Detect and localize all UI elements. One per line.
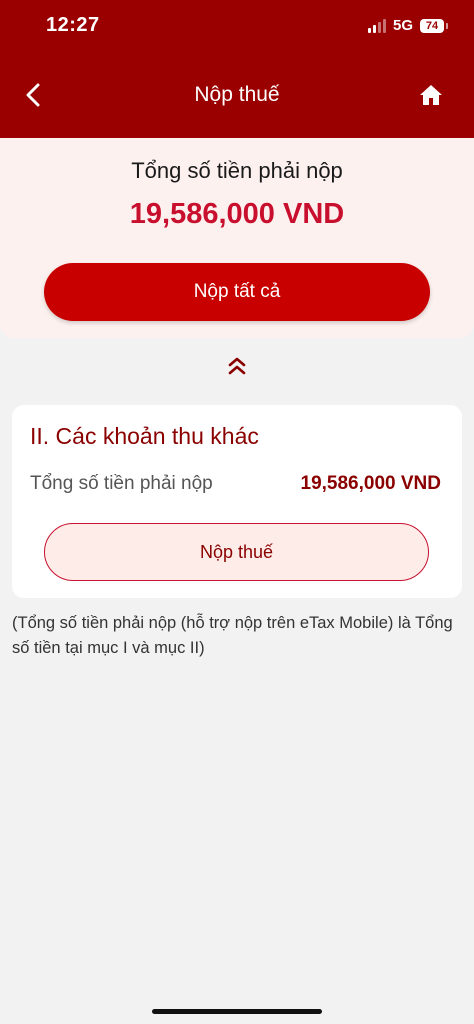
battery-icon: 74	[420, 18, 448, 33]
home-indicator[interactable]	[152, 1009, 322, 1014]
status-indicators: 5G 74	[367, 17, 448, 34]
summary-amount: 19,586,000 VND	[129, 198, 345, 230]
section-card-other-fees: II. Các khoản thu khác Tổng số tiền phải…	[12, 405, 462, 598]
summary-card: Tổng số tiền phải nộp 19,586,000 VND Nộp…	[0, 138, 474, 338]
pay-all-button[interactable]: Nộp tất cả	[44, 263, 430, 321]
footnote: (Tổng số tiền phải nộp (hỗ trợ nộp trên …	[12, 614, 453, 657]
section-title: II. Các khoản thu khác	[30, 423, 259, 449]
double-chevron-up-icon	[228, 357, 246, 375]
summary-label: Tổng số tiền phải nộp	[131, 158, 343, 183]
section-total-amount: 19,586,000 VND	[300, 473, 442, 494]
status-time: 12:27	[46, 14, 100, 36]
pay-tax-button[interactable]: Nộp thuế	[44, 523, 429, 581]
network-type: 5G	[392, 17, 413, 34]
home-button[interactable]	[418, 82, 444, 108]
signal-icon	[367, 18, 386, 33]
home-icon	[420, 85, 442, 105]
collapse-toggle[interactable]	[224, 354, 250, 378]
app-header: 12:27 5G 74 Nộp thuế	[0, 0, 474, 138]
page-title: Nộp thuế	[194, 83, 280, 106]
section-total-label: Tổng số tiền phải nộp	[30, 473, 213, 494]
